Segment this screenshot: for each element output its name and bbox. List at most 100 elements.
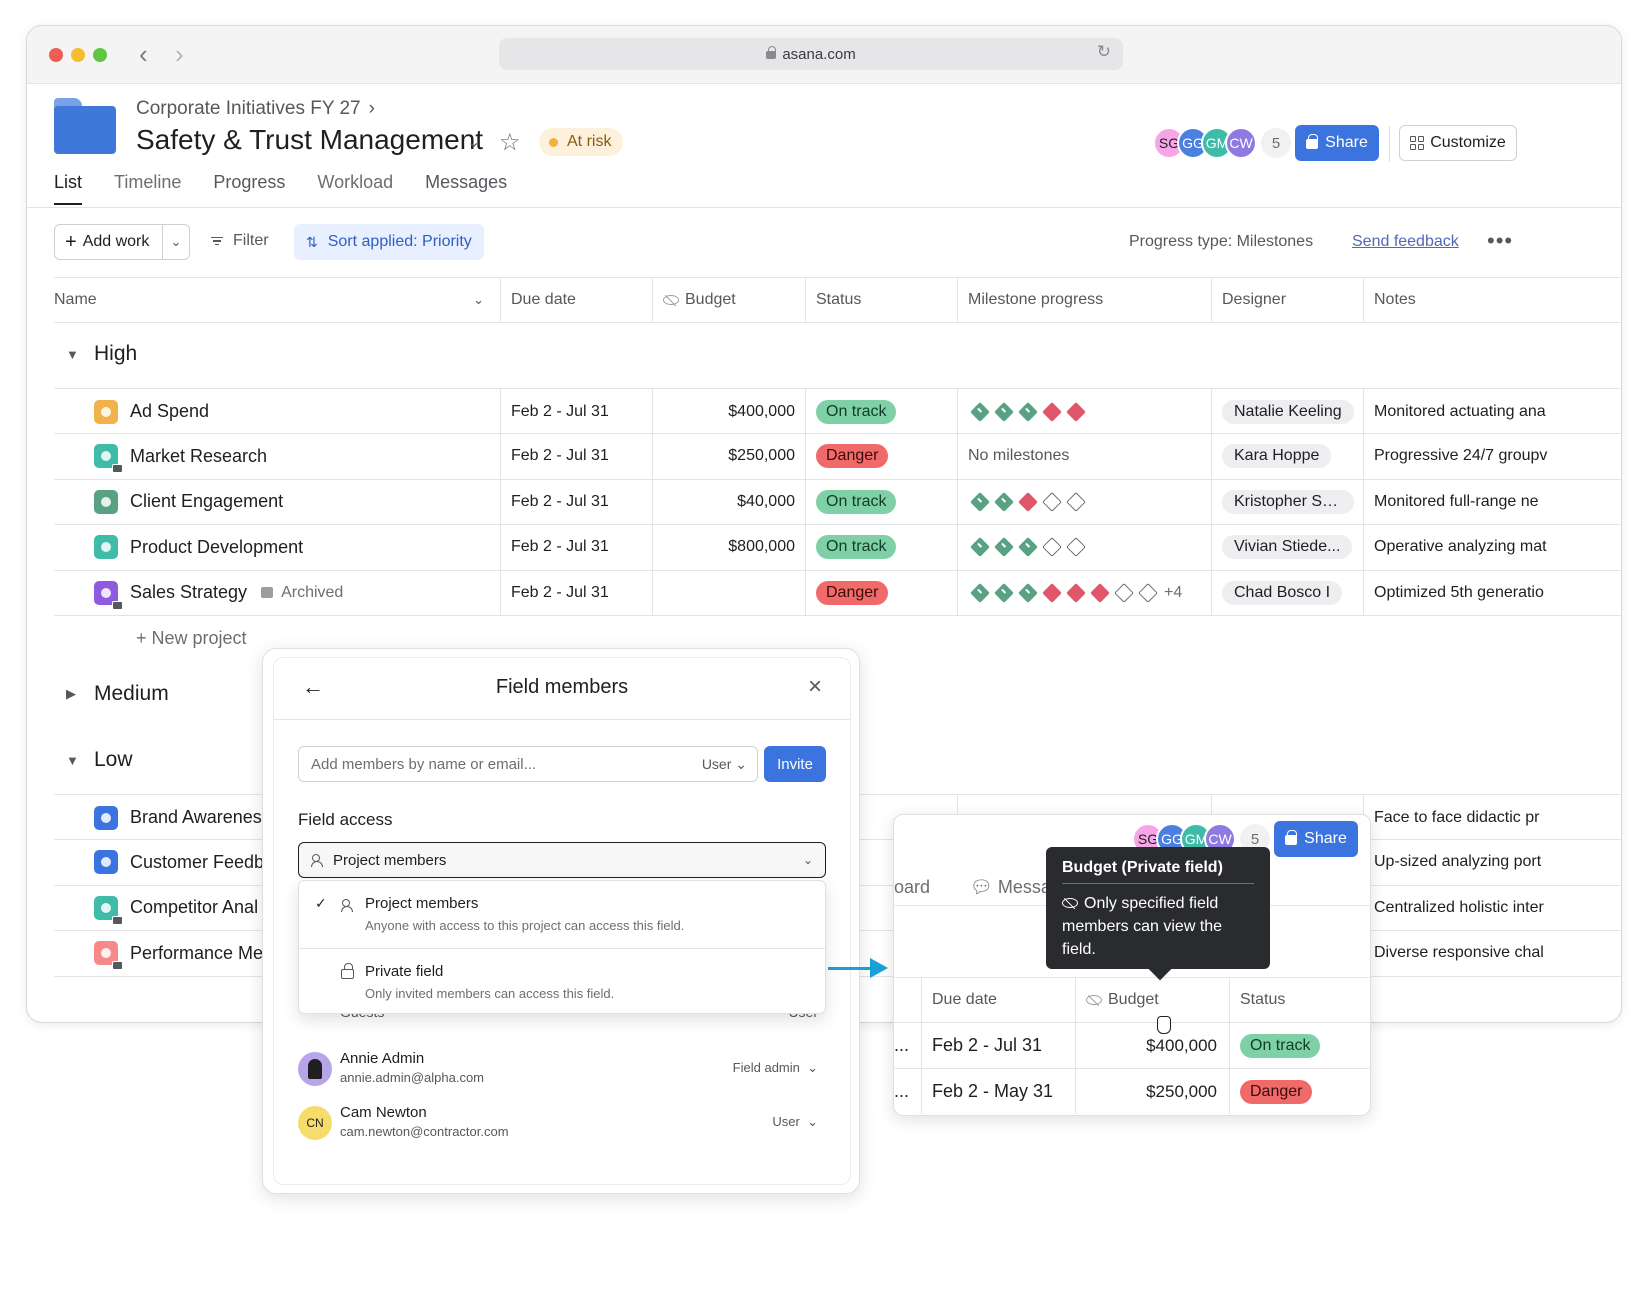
project-name[interactable]: Customer Feedb (130, 852, 264, 873)
column-header-milestone-progress[interactable]: Milestone progress (958, 278, 1212, 322)
customize-button[interactable]: Customize (1399, 125, 1517, 161)
budget-cell[interactable]: $250,000 (1076, 1069, 1230, 1114)
reload-icon[interactable]: ↻ (1097, 42, 1111, 62)
project-name[interactable]: Product Development (130, 537, 303, 558)
status-cell[interactable]: Danger (806, 570, 958, 615)
table-row[interactable]: ... Feb 2 - May 31 $250,000 Danger (894, 1069, 1370, 1115)
progress-type-label[interactable]: Progress type: Milestones (1129, 233, 1313, 251)
name-cell[interactable]: Sales Strategy Archived (54, 570, 501, 615)
due-date-cell[interactable]: Feb 2 - Jul 31 (501, 433, 653, 479)
caret-down-icon[interactable]: ▼ (54, 753, 94, 768)
member-avatars[interactable]: SG GG GM CW 5 (1153, 126, 1291, 160)
section-high[interactable]: ▼ High (54, 342, 137, 366)
project-name[interactable]: Sales Strategy (130, 582, 247, 603)
name-cell[interactable]: Client Engagement (54, 479, 501, 524)
name-cell[interactable]: Product Development (54, 524, 501, 570)
share-button[interactable]: Share (1295, 125, 1379, 161)
field-access-select[interactable]: Project members ⌄ (298, 842, 826, 878)
table-row[interactable]: Product Development Feb 2 - Jul 31 $800,00… (54, 524, 1621, 571)
option-private-field[interactable]: Private field Only invited members can a… (299, 948, 825, 1014)
notes-cell[interactable]: Optimized 5th generatio (1364, 570, 1621, 615)
column-header-name[interactable]: Name ⌄ (54, 278, 501, 322)
notes-cell[interactable]: Diverse responsive chal (1364, 931, 1621, 976)
project-name[interactable]: Performance Me (130, 943, 263, 964)
budget-cell[interactable]: $400,000 (653, 389, 806, 434)
close-window-button[interactable] (49, 48, 63, 62)
column-header-status[interactable]: Status (1230, 978, 1370, 1022)
column-header-due-date[interactable]: Due date (922, 978, 1076, 1022)
column-header-designer[interactable]: Designer (1212, 278, 1364, 322)
status-cell[interactable]: Danger (1230, 1069, 1370, 1114)
invite-button[interactable]: Invite (764, 746, 826, 782)
breadcrumb[interactable]: Corporate Initiatives FY 27 › (136, 98, 375, 120)
back-arrow-icon[interactable]: ‹ (139, 40, 148, 68)
share-button[interactable]: Share (1274, 821, 1358, 857)
minimize-window-button[interactable] (71, 48, 85, 62)
column-header-status[interactable]: Status (806, 278, 958, 322)
sort-button[interactable]: ⇅ Sort applied: Priority (294, 224, 484, 260)
due-date-cell[interactable]: Feb 2 - Jul 31 (501, 389, 653, 434)
designer-cell[interactable]: Vivian Stiede... (1212, 524, 1364, 570)
new-project-button[interactable]: + New project (136, 628, 247, 649)
budget-cell[interactable] (653, 570, 806, 615)
option-project-members[interactable]: ✓ Project members Anyone with access to … (299, 881, 825, 947)
table-row[interactable]: Ad Spend Feb 2 - Jul 31 $400,000 On track Na… (54, 388, 1621, 434)
more-options-icon[interactable]: ••• (1487, 228, 1513, 254)
notes-cell[interactable]: Monitored actuating ana (1364, 389, 1621, 434)
column-header-due-date[interactable]: Due date (501, 278, 653, 322)
forward-arrow-icon[interactable]: › (175, 40, 184, 68)
designer-cell[interactable]: Kristopher Shi... (1212, 479, 1364, 524)
maximize-window-button[interactable] (93, 48, 107, 62)
budget-cell[interactable]: $40,000 (653, 479, 806, 524)
member-count[interactable]: 5 (1261, 128, 1291, 158)
chevron-down-icon[interactable]: ⌄ (163, 225, 189, 259)
status-cell[interactable]: On track (806, 389, 958, 434)
star-icon[interactable]: ☆ (499, 128, 521, 157)
tab-progress[interactable]: Progress (213, 172, 285, 205)
due-date-cell[interactable]: Feb 2 - Jul 31 (501, 570, 653, 615)
caret-down-icon[interactable]: ▼ (54, 347, 94, 362)
project-name[interactable]: Market Research (130, 446, 267, 467)
section-medium[interactable]: ▶ Medium (54, 682, 169, 706)
tab-messages[interactable]: 💬︎ Messa (970, 877, 1051, 898)
address-bar[interactable]: asana.com ↻ (499, 38, 1123, 70)
tab-messages[interactable]: Messages (425, 172, 507, 205)
status-cell[interactable]: On track (806, 524, 958, 570)
status-cell[interactable]: Danger (806, 433, 958, 479)
budget-cell[interactable]: $250,000 (653, 433, 806, 479)
designer-cell[interactable]: Chad Bosco I (1212, 570, 1364, 615)
project-name[interactable]: Brand Awarenes (130, 807, 262, 828)
name-cell[interactable]: Ad Spend (54, 389, 501, 434)
table-row[interactable]: Sales Strategy Archived Feb 2 - Jul 31 Dang… (54, 570, 1621, 616)
avatar[interactable]: CW (1225, 127, 1257, 159)
column-header-budget[interactable]: Budget (1076, 978, 1230, 1022)
add-members-input[interactable]: Add members by name or email... User ⌄ (298, 746, 758, 782)
table-row[interactable]: Market Research Feb 2 - Jul 31 $250,000 Dan… (54, 433, 1621, 480)
column-header-budget[interactable]: Budget (653, 278, 806, 322)
status-cell[interactable]: On track (806, 479, 958, 524)
due-date-cell[interactable]: Feb 2 - May 31 (922, 1069, 1076, 1114)
send-feedback-link[interactable]: Send feedback (1352, 233, 1459, 251)
notes-cell[interactable]: Monitored full-range ne (1364, 479, 1621, 524)
milestone-cell[interactable]: +4 (958, 570, 1212, 615)
status-cell[interactable]: On track (1230, 1023, 1370, 1068)
project-name[interactable]: Competitor Anal (130, 897, 258, 918)
milestone-cell[interactable]: No milestones (958, 433, 1212, 479)
due-date-cell[interactable]: Feb 2 - Jul 31 (501, 524, 653, 570)
milestone-cell[interactable] (958, 524, 1212, 570)
tab-timeline[interactable]: Timeline (114, 172, 181, 205)
table-row[interactable]: Client Engagement Feb 2 - Jul 31 $40,000 On… (54, 479, 1621, 525)
notes-cell[interactable]: Face to face didactic pr (1364, 795, 1621, 840)
status-badge[interactable]: At risk (539, 128, 624, 156)
tab-workload[interactable]: Workload (317, 172, 393, 205)
role-select[interactable]: User ⌄ (702, 756, 747, 773)
project-name[interactable]: Ad Spend (130, 401, 209, 422)
budget-cell[interactable]: $400,000 (1076, 1023, 1230, 1068)
notes-cell[interactable]: Progressive 24/7 groupv (1364, 434, 1621, 479)
filter-button[interactable]: Filter (211, 232, 269, 250)
section-low[interactable]: ▼ Low (54, 748, 133, 772)
member-role-select[interactable]: User ⌄ (772, 1114, 818, 1130)
chevron-down-icon[interactable]: ⌄ (467, 132, 480, 152)
notes-cell[interactable]: Operative analyzing mat (1364, 525, 1621, 570)
caret-right-icon[interactable]: ▶ (54, 686, 94, 702)
